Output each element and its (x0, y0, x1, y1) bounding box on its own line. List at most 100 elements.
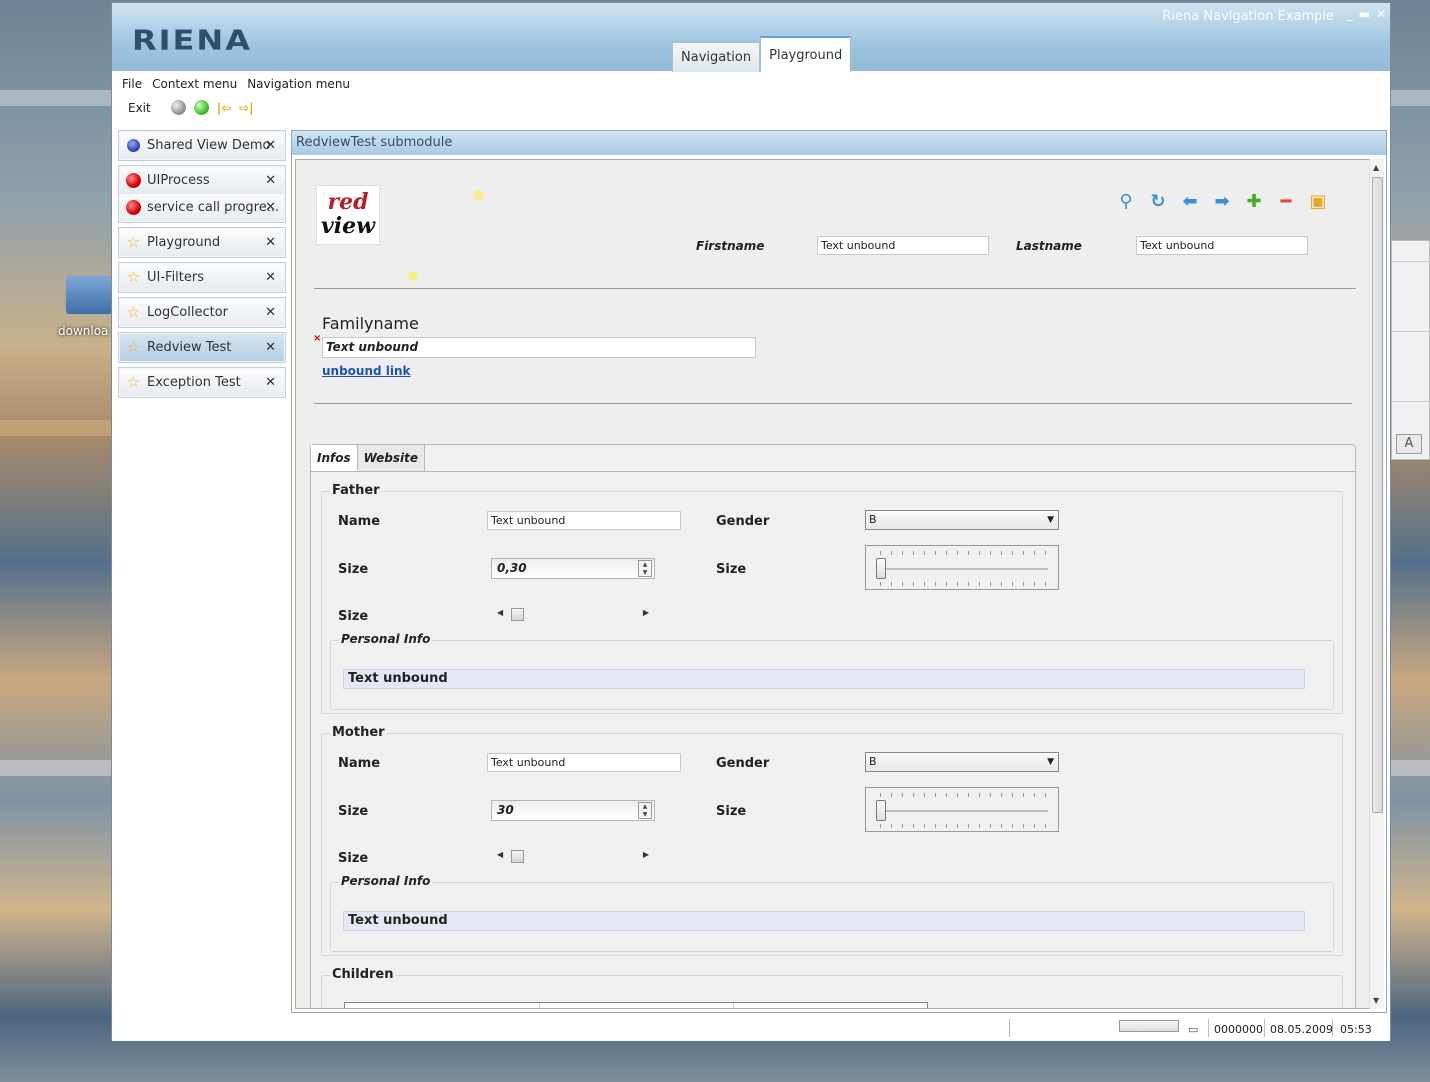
mother-size-slider[interactable] (865, 787, 1059, 832)
forward-arrow-icon[interactable]: ⇨| (239, 101, 253, 115)
slider-handle[interactable] (876, 558, 886, 579)
riena-logo: RIENA (132, 23, 252, 57)
window-icon[interactable]: ▭ (1188, 1023, 1198, 1036)
nav-item-uiprocess[interactable]: UIProcess ✕ (120, 167, 284, 194)
menu-navigation[interactable]: Navigation menu (247, 77, 350, 91)
nav-item-label: Exception Test (147, 375, 241, 390)
status-time: 05:53 (1340, 1023, 1372, 1036)
father-size-slider[interactable] (865, 545, 1059, 590)
personal-info-group: Personal Info Text unbound (330, 874, 1334, 952)
nav-group: ☆ Redview Test ✕ (118, 332, 286, 363)
group-title: Personal Info (339, 632, 433, 646)
close-icon[interactable]: ✕ (265, 235, 276, 250)
close-icon[interactable]: ✕ (265, 375, 276, 390)
tab-infos[interactable]: Infos (311, 445, 358, 471)
blue-globe-icon (126, 138, 141, 153)
search-icon[interactable]: ⚲ (1116, 192, 1136, 212)
close-icon[interactable]: ✕ (265, 138, 276, 153)
add-icon[interactable]: ✚ (1244, 192, 1264, 212)
mother-gender-combo[interactable]: B ▼ (865, 752, 1059, 772)
menu-bar: File Context menu Navigation menu (122, 77, 350, 91)
mother-size-scrollbar[interactable]: ◀ ▶ (491, 848, 655, 864)
highlight-dot (408, 271, 418, 281)
father-size-spinner[interactable]: 0,30 ▲ ▼ (491, 558, 655, 579)
scroll-left-icon[interactable]: ◀ (497, 608, 503, 617)
nav-item-shared-view-demo[interactable]: Shared View Demo ✕ (120, 132, 284, 159)
tab-playground[interactable]: Playground (760, 36, 852, 72)
children-table[interactable] (344, 1002, 928, 1008)
personal-info-field[interactable]: Text unbound (343, 669, 1305, 689)
status-date: 08.05.2009 (1270, 1023, 1333, 1036)
status-number: 0000000 (1214, 1023, 1263, 1036)
father-gender-combo[interactable]: B ▼ (865, 510, 1059, 530)
spinner-arrows-icon[interactable]: ▲ ▼ (638, 560, 652, 577)
familyname-field[interactable]: Text unbound (322, 337, 756, 358)
nav-item-label: UI-Filters (147, 270, 205, 285)
close-icon[interactable]: ✕ (265, 200, 276, 215)
nav-item-redview-test[interactable]: ☆ Redview Test ✕ (120, 334, 284, 361)
father-name-field[interactable]: Text unbound (487, 511, 681, 530)
maximize-button[interactable]: ▬ (1359, 7, 1370, 21)
lastname-field[interactable]: Text unbound (1136, 236, 1308, 255)
close-window-button[interactable]: ✕ (1376, 7, 1386, 21)
app-window: RIENA Riena Navigation Example _ ▬ ✕ Nav… (111, 2, 1391, 1041)
remove-icon[interactable]: ━ (1276, 192, 1296, 212)
scroll-thumb[interactable] (511, 850, 524, 863)
nav-item-playground[interactable]: ☆ Playground ✕ (120, 229, 284, 256)
tab-folder: Infos Website Father Name Text unbound G… (310, 444, 1356, 1008)
scroll-thumb[interactable] (1372, 177, 1383, 813)
gray-circle-icon[interactable] (170, 100, 186, 115)
exit-button[interactable]: Exit (128, 101, 151, 115)
arrow-right-icon[interactable]: ➡ (1212, 192, 1232, 212)
father-group: Father Name Text unbound Gender B ▼ Size … (321, 483, 1343, 714)
close-icon[interactable]: ✕ (265, 270, 276, 285)
refresh-icon[interactable]: ↻ (1148, 192, 1168, 212)
tab-navigation[interactable]: Navigation (672, 42, 761, 72)
firstname-field[interactable]: Text unbound (817, 236, 989, 255)
nav-group: Shared View Demo ✕ (118, 130, 286, 161)
unbound-link[interactable]: unbound link (322, 364, 411, 378)
nav-item-logcollector[interactable]: ☆ LogCollector ✕ (120, 299, 284, 326)
mother-size-spinner[interactable]: 30 ▲ ▼ (491, 800, 655, 821)
close-icon[interactable]: ✕ (265, 305, 276, 320)
menu-file[interactable]: File (122, 77, 142, 91)
spinner-arrows-icon[interactable]: ▲ ▼ (638, 802, 652, 819)
scroll-right-icon[interactable]: ▶ (643, 850, 649, 859)
red-ball-icon (126, 172, 141, 188)
star-icon: ☆ (126, 338, 141, 356)
tab-website[interactable]: Website (357, 445, 425, 471)
vertical-scrollbar[interactable]: ▲ ▼ (1369, 159, 1384, 1009)
father-size-scrollbar[interactable]: ◀ ▶ (491, 606, 655, 622)
nav-group: ☆ Playground ✕ (118, 227, 286, 258)
nav-item-exception-test[interactable]: ☆ Exception Test ✕ (120, 369, 284, 396)
close-icon[interactable]: ✕ (265, 340, 276, 355)
menu-context[interactable]: Context menu (152, 77, 237, 91)
scroll-left-icon[interactable]: ◀ (497, 850, 503, 859)
scroll-down-icon[interactable]: ▼ (1373, 996, 1379, 1005)
minimize-button[interactable]: _ (1347, 7, 1353, 21)
navigation-tree: Shared View Demo ✕ UIProcess ✕ service c… (118, 130, 286, 402)
folder-icon[interactable] (66, 276, 112, 314)
highlight-dot (474, 190, 484, 200)
arrow-left-icon[interactable]: ⬅ (1180, 192, 1200, 212)
scroll-right-icon[interactable]: ▶ (643, 608, 649, 617)
divider (314, 288, 1356, 289)
nav-item-ui-filters[interactable]: ☆ UI-Filters ✕ (120, 264, 284, 291)
close-icon[interactable]: ✕ (265, 173, 276, 188)
scroll-thumb[interactable] (511, 608, 524, 621)
status-bar: ▭ 0000000 08.05.2009 05:53 (112, 1015, 1390, 1041)
nav-group: ☆ UI-Filters ✕ (118, 262, 286, 293)
mother-name-field[interactable]: Text unbound (487, 753, 681, 772)
font-icon[interactable]: A (1396, 434, 1422, 454)
desktop-folder-label[interactable]: downloa (58, 324, 108, 338)
scroll-up-icon[interactable]: ▲ (1373, 163, 1379, 172)
save-icon[interactable]: ▣ (1308, 192, 1328, 212)
personal-info-field[interactable]: Text unbound (343, 911, 1305, 931)
nav-item-label: Playground (147, 235, 221, 250)
nav-item-service-call[interactable]: service call progre... ✕ (120, 194, 284, 221)
nav-item-label: Redview Test (147, 340, 232, 355)
back-arrow-icon[interactable]: |⇦ (217, 101, 231, 115)
slider-handle[interactable] (876, 800, 886, 821)
redview-logo: red view (316, 185, 380, 245)
green-circle-icon[interactable] (193, 100, 209, 115)
